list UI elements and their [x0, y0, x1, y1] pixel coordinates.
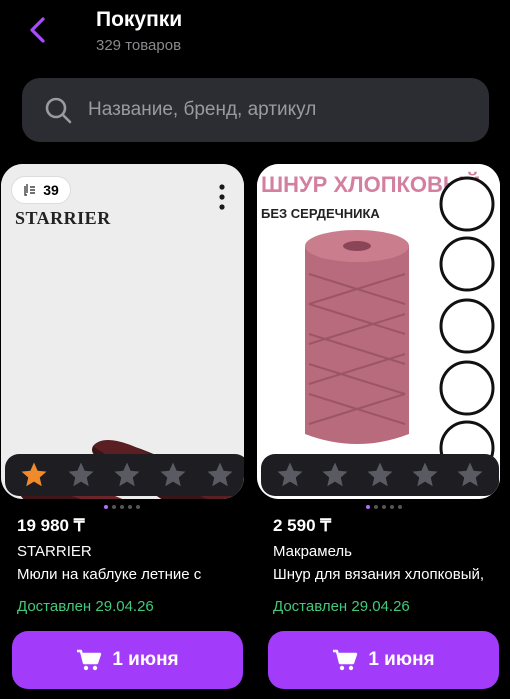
star-empty-icon[interactable] — [112, 460, 142, 490]
product-info-1: 19 980 ₸ STARRIER Мюли на каблуке летние… — [17, 516, 257, 615]
product-price: 2 590 ₸ — [273, 516, 332, 535]
carousel-dot — [128, 505, 132, 509]
carousel-dot — [390, 505, 394, 509]
more-options-icon[interactable] — [213, 182, 231, 212]
cart-icon — [77, 649, 102, 671]
button-label: 1 июня — [368, 649, 435, 670]
search-bar[interactable] — [22, 78, 489, 142]
star-empty-icon[interactable] — [275, 460, 305, 490]
button-label: 1 июня — [112, 649, 179, 670]
star-empty-icon[interactable] — [455, 460, 485, 490]
star-empty-icon[interactable] — [158, 460, 188, 490]
carousel-dot-active — [366, 505, 370, 509]
image-subtitle: БЕЗ СЕРДЕЧНИКА — [261, 206, 380, 221]
star-filled-icon[interactable] — [19, 460, 49, 490]
search-input[interactable] — [88, 78, 468, 142]
image-carousel-dots — [104, 505, 140, 511]
star-empty-icon[interactable] — [66, 460, 96, 490]
search-icon — [45, 97, 72, 124]
delivery-status: Доставлен 29.04.26 — [273, 598, 410, 615]
carousel-dot — [120, 505, 124, 509]
image-carousel-dots — [366, 505, 402, 511]
add-to-cart-button[interactable]: 1 июня — [268, 631, 499, 689]
product-card-1[interactable]: 39 STARRIER — [1, 164, 244, 499]
page-title: Покупки — [96, 8, 183, 31]
photos-count: 39 — [43, 182, 59, 198]
star-empty-icon[interactable] — [410, 460, 440, 490]
star-empty-icon[interactable] — [365, 460, 395, 490]
carousel-dot — [374, 505, 378, 509]
photos-count-badge: 39 — [11, 176, 71, 204]
photos-icon — [24, 184, 36, 196]
carousel-dot — [398, 505, 402, 509]
items-count: 329 товаров — [96, 37, 182, 54]
image-brand-logo: STARRIER — [15, 208, 111, 228]
header: Покупки 329 товаров — [0, 0, 510, 70]
add-to-cart-button[interactable]: 1 июня — [12, 631, 243, 689]
star-empty-icon[interactable] — [320, 460, 350, 490]
carousel-dot-active — [104, 505, 108, 509]
rating-bar[interactable] — [261, 454, 499, 496]
product-info-2: 2 590 ₸ Макрамель Шнур для вязания хлопк… — [273, 516, 510, 615]
product-image-cord: ШНУР ХЛОПКОВЫЙ БЕЗ СЕРДЕЧНИКА — [257, 164, 500, 499]
star-empty-icon[interactable] — [205, 460, 235, 490]
back-arrow-icon[interactable] — [26, 14, 50, 46]
product-brand: STARRIER — [17, 543, 92, 560]
product-description: Мюли на каблуке летние с — [17, 566, 202, 583]
carousel-dot — [112, 505, 116, 509]
product-description: Шнур для вязания хлопковый, — [273, 566, 485, 583]
carousel-dot — [136, 505, 140, 509]
rating-bar[interactable] — [5, 454, 244, 496]
product-brand: Макрамель — [273, 543, 352, 560]
delivery-status: Доставлен 29.04.26 — [17, 598, 154, 615]
cart-icon — [333, 649, 358, 671]
product-price: 19 980 ₸ — [17, 516, 85, 535]
product-card-2[interactable]: ШНУР ХЛОПКОВЫЙ БЕЗ СЕРДЕЧНИКА — [257, 164, 500, 499]
carousel-dot — [382, 505, 386, 509]
